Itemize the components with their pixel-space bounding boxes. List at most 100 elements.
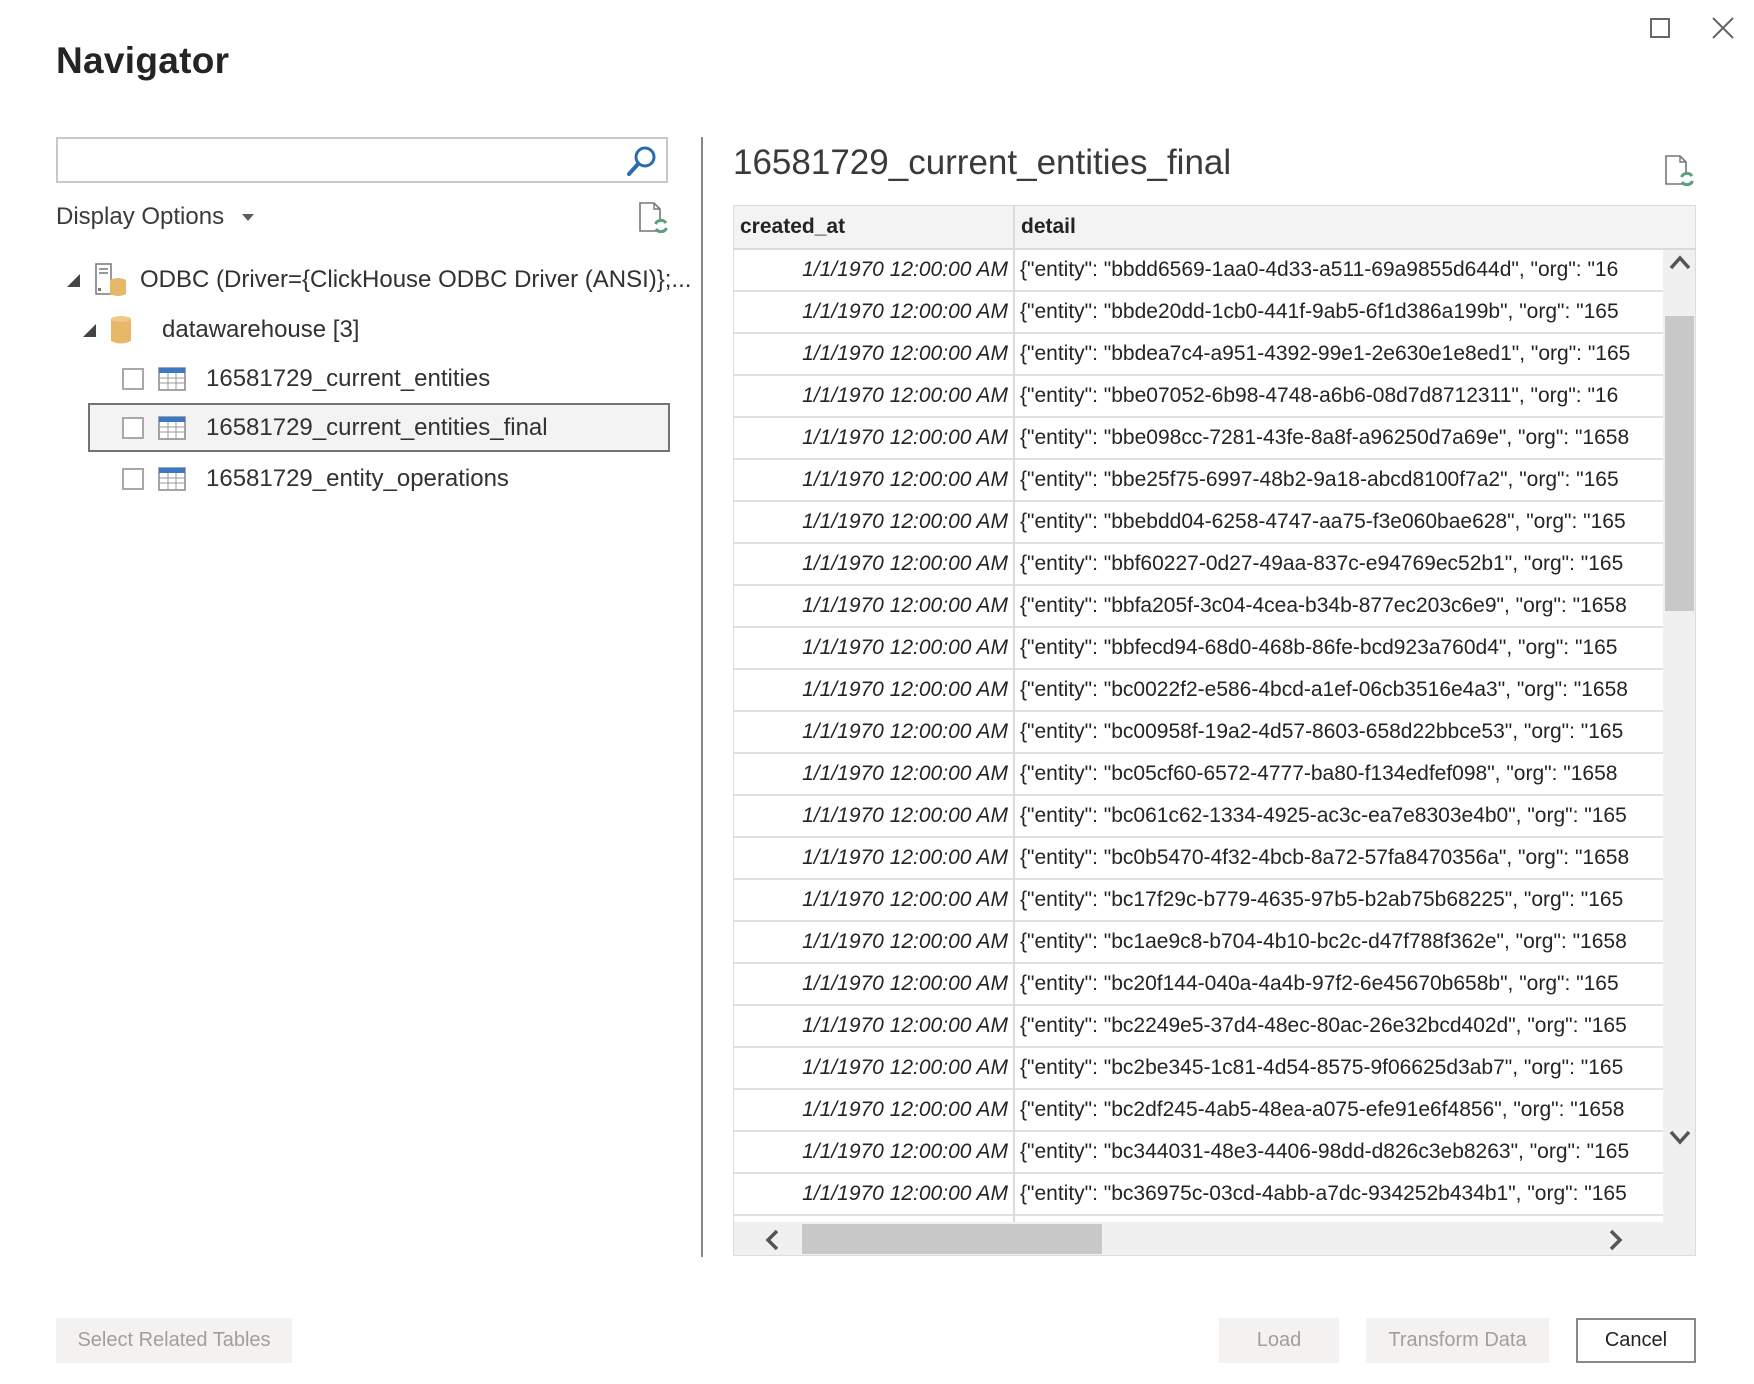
load-button[interactable]: Load xyxy=(1219,1318,1339,1363)
table-row[interactable]: 1/1/1970 12:00:00 AM {"entity": "bc00958f… xyxy=(734,712,1663,754)
table-icon xyxy=(158,416,186,440)
table-row[interactable]: 1/1/1970 12:00:00 AM {"entity": "bbdd6569… xyxy=(734,250,1663,292)
table-name: 16581729_current_entities xyxy=(206,365,491,392)
tree-node-table[interactable]: 16581729_current_entities xyxy=(122,355,490,403)
table-checkbox[interactable] xyxy=(122,468,144,490)
cell-detail: {"entity": "bbfa205f-3c04-4cea-b34b-877e… xyxy=(1020,594,1627,617)
maximize-button[interactable] xyxy=(1640,8,1680,48)
vertical-scroll-thumb[interactable] xyxy=(1665,316,1694,611)
table-row[interactable]: 1/1/1970 12:00:00 AM {"entity": "bbf60227… xyxy=(734,544,1663,586)
panel-divider xyxy=(701,137,703,1257)
column-divider xyxy=(1013,206,1015,1222)
cell-created-at: 1/1/1970 12:00:00 AM xyxy=(802,1056,1008,1079)
scroll-up-icon[interactable] xyxy=(1669,254,1691,270)
cell-detail: {"entity": "bc2249e5-37d4-48ec-80ac-26e3… xyxy=(1020,1014,1627,1037)
table-row[interactable]: 1/1/1970 12:00:00 AM {"entity": "bbdea7c4… xyxy=(734,334,1663,376)
cell-created-at: 1/1/1970 12:00:00 AM xyxy=(802,300,1008,323)
odbc-server-icon xyxy=(95,263,126,296)
tree-node-table[interactable]: 16581729_entity_operations xyxy=(122,455,509,503)
cell-detail: {"entity": "bc2df245-4ab5-48ea-a075-efe9… xyxy=(1020,1098,1625,1121)
horizontal-scroll-thumb[interactable] xyxy=(802,1224,1102,1254)
cell-created-at: 1/1/1970 12:00:00 AM xyxy=(802,552,1008,575)
cell-detail: {"entity": "bc1ae9c8-b704-4b10-bc2c-d47f… xyxy=(1020,930,1627,953)
maximize-icon xyxy=(1650,18,1670,38)
table-checkbox[interactable] xyxy=(122,417,144,439)
table-row[interactable]: 1/1/1970 12:00:00 AM {"entity": "bbfa205f… xyxy=(734,586,1663,628)
cell-detail: {"entity": "bc00958f-19a2-4d57-8603-658d… xyxy=(1020,720,1624,743)
cell-detail: {"entity": "bbebdd04-6258-4747-aa75-f3e0… xyxy=(1020,510,1626,533)
table-row[interactable]: 1/1/1970 12:00:00 AM {"entity": "bc05cf60… xyxy=(734,754,1663,796)
table-row[interactable]: 1/1/1970 12:00:00 AM {"entity": "bc061c62… xyxy=(734,796,1663,838)
table-row[interactable]: 1/1/1970 12:00:00 AM {"entity": "bbe25f75… xyxy=(734,460,1663,502)
search-box[interactable] xyxy=(56,137,668,183)
tree-node-label: ODBC (Driver={ClickHouse ODBC Driver (AN… xyxy=(140,266,692,293)
close-button[interactable] xyxy=(1703,8,1743,48)
table-row[interactable]: 1/1/1970 12:00:00 AM {"entity": "bc2249e5… xyxy=(734,1006,1663,1048)
table-icon xyxy=(158,367,186,391)
scroll-left-icon[interactable] xyxy=(764,1229,780,1251)
table-checkbox[interactable] xyxy=(122,368,144,390)
cell-created-at: 1/1/1970 12:00:00 AM xyxy=(802,342,1008,365)
refresh-icon[interactable] xyxy=(637,201,671,235)
table-row[interactable]: 1/1/1970 12:00:00 AM {"entity": "bc36975c… xyxy=(734,1174,1663,1216)
table-row[interactable]: 1/1/1970 12:00:00 AM {"entity": "bc0022f2… xyxy=(734,670,1663,712)
cell-created-at: 1/1/1970 12:00:00 AM xyxy=(802,762,1008,785)
cell-created-at: 1/1/1970 12:00:00 AM xyxy=(802,888,1008,911)
scroll-right-icon[interactable] xyxy=(1608,1229,1624,1251)
cancel-button[interactable]: Cancel xyxy=(1576,1318,1696,1363)
table-name: 16581729_current_entities_final xyxy=(206,414,548,441)
scroll-down-icon[interactable] xyxy=(1669,1130,1691,1146)
cell-detail: {"entity": "bc344031-48e3-4406-98dd-d826… xyxy=(1020,1140,1630,1163)
expand-triangle-icon[interactable] xyxy=(83,323,96,337)
column-header-created-at[interactable]: created_at xyxy=(734,206,845,248)
dialog-title: Navigator xyxy=(56,40,230,81)
cell-detail: {"entity": "bbe098cc-7281-43fe-8a8f-a962… xyxy=(1020,426,1630,449)
table-row[interactable]: 1/1/1970 12:00:00 AM {"entity": "bbfecd94… xyxy=(734,628,1663,670)
table-row[interactable]: 1/1/1970 12:00:00 AM {"entity": "bbe07052… xyxy=(734,376,1663,418)
search-input[interactable] xyxy=(66,139,630,181)
refresh-icon[interactable] xyxy=(1663,154,1697,188)
display-options-label: Display Options xyxy=(56,203,225,230)
cell-created-at: 1/1/1970 12:00:00 AM xyxy=(802,384,1008,407)
table-row[interactable]: 1/1/1970 12:00:00 AM {"entity": "bc20f144… xyxy=(734,964,1663,1006)
display-options-dropdown[interactable]: Display Options xyxy=(56,203,255,231)
cell-detail: {"entity": "bbdd6569-1aa0-4d33-a511-69a9… xyxy=(1020,258,1619,281)
table-row[interactable]: 1/1/1970 12:00:00 AM {"entity": "bc1ae9c8… xyxy=(734,922,1663,964)
tree-node-table[interactable]: 16581729_current_entities_final xyxy=(122,404,548,452)
cell-detail: {"entity": "bc20f144-040a-4a4b-97f2-6e45… xyxy=(1020,972,1619,995)
table-row[interactable]: 1/1/1970 12:00:00 AM {"entity": "bbe098cc… xyxy=(734,418,1663,460)
search-icon[interactable] xyxy=(624,143,660,179)
horizontal-scrollbar[interactable] xyxy=(734,1222,1695,1255)
cell-detail: {"entity": "bbf60227-0d27-49aa-837c-e947… xyxy=(1020,552,1624,575)
expand-triangle-icon[interactable] xyxy=(67,273,80,287)
cell-detail: {"entity": "bc2be345-1c81-4d54-8575-9f06… xyxy=(1020,1056,1624,1079)
tree-node-odbc-source[interactable]: ODBC (Driver={ClickHouse ODBC Driver (AN… xyxy=(67,256,691,304)
vertical-scrollbar[interactable] xyxy=(1663,250,1695,1222)
cell-created-at: 1/1/1970 12:00:00 AM xyxy=(802,678,1008,701)
cell-detail: {"entity": "bc36975c-03cd-4abb-a7dc-9342… xyxy=(1020,1182,1627,1205)
cell-created-at: 1/1/1970 12:00:00 AM xyxy=(802,1014,1008,1037)
cell-detail: {"entity": "bbe25f75-6997-48b2-9a18-abcd… xyxy=(1020,468,1619,491)
preview-title: 16581729_current_entities_final xyxy=(733,143,1232,182)
transform-data-button[interactable]: Transform Data xyxy=(1366,1318,1549,1363)
cell-created-at: 1/1/1970 12:00:00 AM xyxy=(802,468,1008,491)
table-row[interactable]: 1/1/1970 12:00:00 AM {"entity": "bc2be345… xyxy=(734,1048,1663,1090)
select-related-tables-button[interactable]: Select Related Tables xyxy=(56,1318,292,1363)
cell-detail: {"entity": "bbe07052-6b98-4748-a6b6-08d7… xyxy=(1020,384,1619,407)
table-icon xyxy=(158,467,186,491)
table-row[interactable]: 1/1/1970 12:00:00 AM {"entity": "bbebdd04… xyxy=(734,502,1663,544)
table-row[interactable]: 1/1/1970 12:00:00 AM {"entity": "bc0b5470… xyxy=(734,838,1663,880)
table-row[interactable]: 1/1/1970 12:00:00 AM {"entity": "bbde20dd… xyxy=(734,292,1663,334)
data-preview-grid[interactable]: created_at detail 1/1/1970 12:00:00 AM {"… xyxy=(733,205,1696,1256)
table-row[interactable]: 1/1/1970 12:00:00 AM {"entity": "bc17f29c… xyxy=(734,880,1663,922)
cell-created-at: 1/1/1970 12:00:00 AM xyxy=(802,720,1008,743)
table-row[interactable]: 1/1/1970 12:00:00 AM {"entity": "bc2df245… xyxy=(734,1090,1663,1132)
cell-created-at: 1/1/1970 12:00:00 AM xyxy=(802,594,1008,617)
table-name: 16581729_entity_operations xyxy=(206,465,509,492)
column-header-detail[interactable]: detail xyxy=(1015,206,1076,248)
tree-node-label: datawarehouse [3] xyxy=(162,316,360,343)
table-row[interactable]: 1/1/1970 12:00:00 AM {"entity": "bc344031… xyxy=(734,1132,1663,1174)
tree-node-database[interactable]: datawarehouse [3] xyxy=(83,306,359,354)
cell-created-at: 1/1/1970 12:00:00 AM xyxy=(802,1182,1008,1205)
cell-created-at: 1/1/1970 12:00:00 AM xyxy=(802,972,1008,995)
